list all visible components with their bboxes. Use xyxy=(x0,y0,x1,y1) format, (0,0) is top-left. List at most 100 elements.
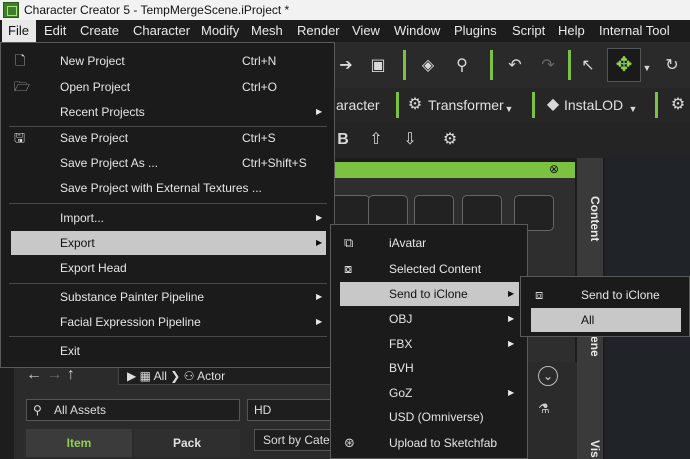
content-export-icon: ⧇ xyxy=(344,261,353,276)
chevron-right-icon: ▶ xyxy=(508,289,515,298)
toolbar-separator xyxy=(490,50,493,80)
menu-obj[interactable]: OBJ ▶ xyxy=(331,307,527,331)
forward-icon[interactable]: → xyxy=(46,366,62,383)
menu-exit[interactable]: Exit xyxy=(1,339,334,363)
toolbar-separator xyxy=(403,50,406,80)
menu-substance-painter[interactable]: Substance Painter Pipeline ▶ xyxy=(1,285,334,309)
render-icon[interactable]: ▣ xyxy=(369,56,387,76)
send-icon[interactable]: ➔ xyxy=(338,56,354,76)
menu-goz[interactable]: GoZ ▶ xyxy=(331,381,527,405)
menu-edit[interactable]: Edit xyxy=(38,20,72,42)
pose-icon[interactable]: ⚲ xyxy=(452,56,472,76)
rotate-icon[interactable]: ↻ xyxy=(662,56,682,76)
folder-open-icon: 🗁 xyxy=(14,79,31,94)
quality-select[interactable]: HD xyxy=(247,399,337,421)
menu-export[interactable]: Export ▶ xyxy=(11,231,326,255)
character-tab[interactable]: aracter xyxy=(336,97,380,113)
chevron-down-icon[interactable]: ▼ xyxy=(642,58,652,78)
menu-save-with-textures[interactable]: Save Project with External Textures ... xyxy=(1,176,334,200)
transformer-icon: ⚙ xyxy=(407,96,423,113)
close-icon[interactable]: ⊗ xyxy=(547,162,561,176)
transformer-label[interactable]: Transformer xyxy=(428,97,504,113)
breadcrumb-actor[interactable]: Actor xyxy=(197,369,225,383)
sketchfab-icon: ⊛ xyxy=(344,435,355,450)
chevron-right-icon: ▶ xyxy=(316,213,323,222)
menu-usd[interactable]: USD (Omniverse) xyxy=(331,405,527,429)
toolbar-separator xyxy=(396,92,399,118)
menu-selected-content[interactable]: ⧇ Selected Content xyxy=(331,257,527,281)
user-icon: ⚲ xyxy=(33,403,42,417)
send-icon: ⧈ xyxy=(535,287,544,302)
menu-divider xyxy=(9,283,327,284)
menu-help[interactable]: Help xyxy=(552,20,591,42)
menu-character[interactable]: Character xyxy=(127,20,196,42)
panel-header xyxy=(335,162,575,178)
menu-create[interactable]: Create xyxy=(74,20,125,42)
menu-bar: File Edit Create Character Modify Mesh R… xyxy=(0,20,690,42)
undo-icon[interactable]: ↶ xyxy=(505,56,525,76)
chevron-right-icon: ❯ ⚇ xyxy=(170,369,198,383)
menu-save-project-as[interactable]: Save Project As ... Ctrl+Shift+S xyxy=(1,151,334,175)
menu-script[interactable]: Script xyxy=(506,20,551,42)
menu-facial-expression[interactable]: Facial Expression Pipeline ▶ xyxy=(1,310,334,334)
menu-send-all[interactable]: All xyxy=(531,308,681,332)
menu-new-project[interactable]: 🗋 New Project Ctrl+N xyxy=(1,49,334,73)
chevron-down-icon[interactable]: ▼ xyxy=(504,99,514,119)
instalod-label[interactable]: InstaLOD xyxy=(564,97,623,113)
back-icon[interactable]: ← xyxy=(26,366,42,383)
menu-recent-projects[interactable]: Recent Projects ▶ xyxy=(1,100,334,124)
cube-icon[interactable]: ◈ xyxy=(418,56,438,76)
menu-file[interactable]: File xyxy=(2,20,36,42)
expand-icon[interactable]: ⌄ xyxy=(538,366,558,386)
chevron-right-icon: ▶ xyxy=(316,107,323,116)
assets-filter-value: All Assets xyxy=(54,403,107,417)
menu-import[interactable]: Import... ▶ xyxy=(1,206,334,230)
menu-sketchfab[interactable]: ⊛ Upload to Sketchfab xyxy=(331,431,527,455)
menu-export-head[interactable]: Export Head xyxy=(1,256,334,280)
select-arrow-icon[interactable]: ↖ xyxy=(578,56,598,76)
folder-icon: ▶ ▦ xyxy=(127,369,154,383)
send-to-iclone-submenu: ⧈ Send to iClone All xyxy=(520,276,690,337)
menu-plugins[interactable]: Plugins xyxy=(448,20,503,42)
chevron-right-icon: ▶ xyxy=(316,292,323,301)
chevron-right-icon: ▶ xyxy=(508,388,515,397)
instalod-icon: ◆ xyxy=(546,96,560,113)
menu-render[interactable]: Render xyxy=(291,20,346,42)
assets-filter[interactable]: ⚲ All Assets xyxy=(26,399,240,421)
download-icon[interactable]: ⇩ xyxy=(400,130,420,150)
menu-window[interactable]: Window xyxy=(388,20,446,42)
menu-modify[interactable]: Modify xyxy=(195,20,245,42)
tab-item[interactable]: Item xyxy=(26,429,132,457)
save-icon: 🖫 xyxy=(14,130,26,145)
menu-divider xyxy=(9,336,327,337)
chevron-right-icon: ▶ xyxy=(508,339,515,348)
menu-save-project[interactable]: 🖫 Save Project Ctrl+S xyxy=(1,126,334,150)
menu-view[interactable]: View xyxy=(346,20,386,42)
tab-content[interactable]: Content xyxy=(578,196,602,241)
menu-internal-tool[interactable]: Internal Tool xyxy=(593,20,676,42)
tab-scene[interactable]: ene xyxy=(578,336,602,357)
menu-iavatar[interactable]: ⧉ iAvatar xyxy=(331,231,527,255)
menu-open-project[interactable]: 🗁 Open Project Ctrl+O xyxy=(1,75,334,99)
menu-fbx[interactable]: FBX ▶ xyxy=(331,332,527,356)
redo-icon[interactable]: ↷ xyxy=(538,56,558,76)
nav-arrows: ← → ↑ xyxy=(26,366,75,384)
chevron-down-icon[interactable]: ▼ xyxy=(628,99,638,119)
plugin-icon[interactable]: ⚙ xyxy=(668,95,688,115)
upload-icon[interactable]: ⇧ xyxy=(366,130,386,150)
menu-bvh[interactable]: BVH xyxy=(331,356,527,380)
tab-visual[interactable]: Vis xyxy=(578,440,602,458)
up-icon[interactable]: ↑ xyxy=(67,366,75,383)
gear-icon[interactable]: ⚙ xyxy=(440,130,460,150)
breadcrumb-all[interactable]: All xyxy=(154,369,167,383)
menu-send-to-iclone[interactable]: Send to iClone ▶ xyxy=(340,282,519,306)
tab-pack[interactable]: Pack xyxy=(134,429,240,457)
title-bar: Character Creator 5 - TempMergeScene.iPr… xyxy=(0,0,690,20)
filter-icon[interactable]: ⚗ xyxy=(538,401,550,417)
bold-icon[interactable]: B xyxy=(336,130,350,150)
menu-mesh[interactable]: Mesh xyxy=(245,20,289,42)
menu-send-to-iclone-action[interactable]: ⧈ Send to iClone xyxy=(521,283,689,307)
export-submenu: ⧉ iAvatar ⧇ Selected Content Send to iCl… xyxy=(330,224,528,459)
sort-select[interactable]: Sort by Cate xyxy=(254,429,336,451)
move-tool-icon[interactable]: ✥ xyxy=(607,48,641,82)
